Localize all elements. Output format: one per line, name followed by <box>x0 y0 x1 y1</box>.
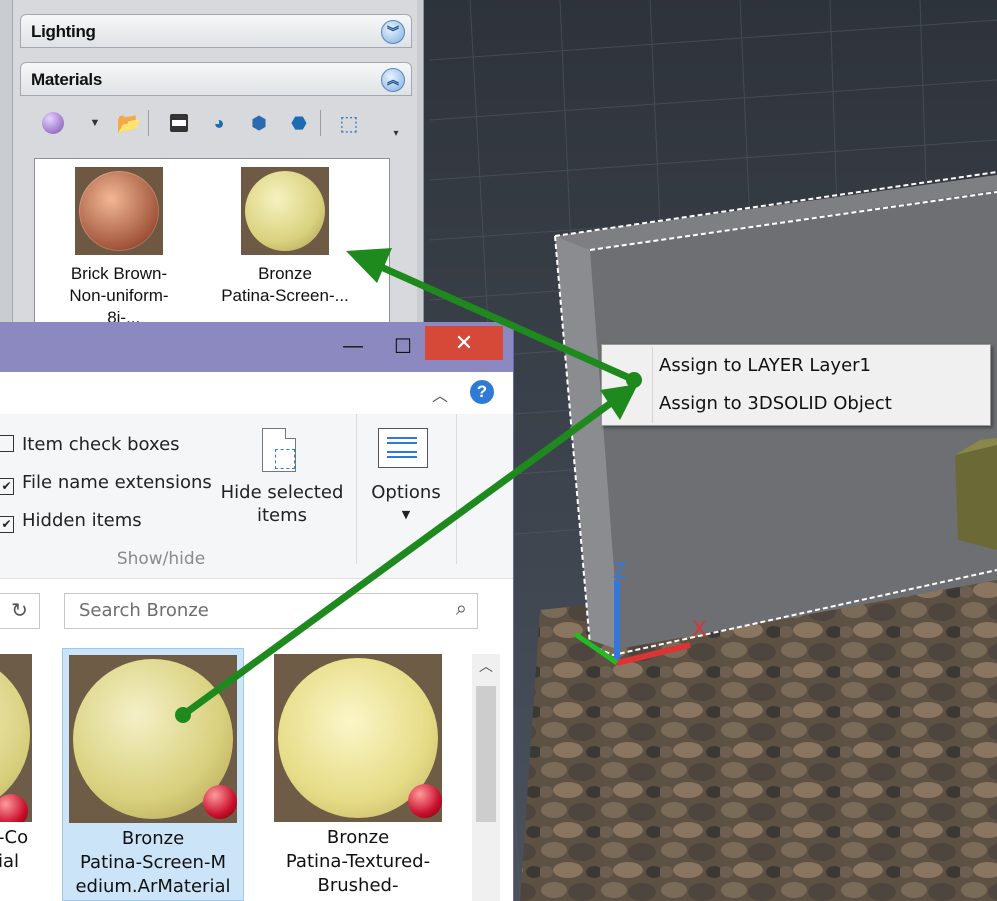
material-swatch <box>75 167 163 255</box>
map-cube-icon[interactable]: ⬚ <box>336 110 362 136</box>
ribbon-view-pane: Item check boxes ✔ File name extensions ✔… <box>0 414 513 579</box>
search-input[interactable]: Search Bronze ⌕ <box>64 593 478 629</box>
hide-selected-items-button[interactable]: Hide selected items <box>218 426 346 540</box>
hidden-items-checkbox[interactable]: ✔ Hidden items <box>0 510 142 533</box>
z-axis-label: Z <box>613 558 626 583</box>
lighting-panel-header[interactable]: Lighting ︾ <box>20 14 412 48</box>
file-name-extensions-checkbox[interactable]: ✔ File name extensions <box>0 472 212 495</box>
file-item-label: Bronze Patina-Textured- Brushed- <box>285 827 431 896</box>
materials-panel-header[interactable]: Materials ︽ <box>20 62 412 96</box>
swap-material-icon[interactable]: ⬣ <box>286 110 312 136</box>
x-axis-label: X <box>692 616 707 641</box>
material-swatch <box>241 167 329 255</box>
assign-material-context-menu: Assign to LAYER Layer1 Assign to 3DSOLID… <box>601 344 991 426</box>
file-item[interactable]: Bronze Patina-Textured- Brushed- <box>270 648 452 901</box>
assign-material-icon[interactable]: ⬢ <box>246 110 272 136</box>
create-material-icon[interactable]: ◕ <box>206 110 232 136</box>
overflow-icon[interactable]: ▾ <box>390 120 402 146</box>
material-badge-icon <box>408 784 442 818</box>
material-item-brick[interactable]: Brick Brown- Non-uniform-_8i-... <box>49 167 189 329</box>
save-icon[interactable] <box>166 110 192 136</box>
materials-palette: Lighting ︾ Materials ︽ ▼ 📂 ◕ ⬢ ⬣ ⬚ ▾ Bri… <box>0 0 424 330</box>
minimize-button[interactable]: — <box>338 328 368 364</box>
file-item-thumbnail <box>69 655 237 823</box>
file-item-label[interactable]: -Co ial <box>0 826 28 874</box>
search-icon: ⌕ <box>455 598 467 620</box>
materials-header-label: Materials <box>31 70 103 89</box>
material-sphere-icon[interactable] <box>40 110 66 136</box>
material-badge-icon <box>203 785 237 819</box>
search-placeholder: Search Bronze <box>79 600 209 621</box>
file-item-label: Bronze Patina-Screen-M edium.ArMaterial <box>75 828 231 897</box>
lighting-header-label: Lighting <box>31 22 96 41</box>
hide-page-icon <box>262 428 296 472</box>
material-item-bronze[interactable]: Bronze Patina-Screen-... <box>215 167 355 307</box>
file-item-thumbnail <box>274 654 442 822</box>
material-list: Brick Brown- Non-uniform-_8i-... Bronze … <box>34 158 390 330</box>
show-hide-group-label: Show/hide <box>116 549 206 569</box>
file-list: -Co ial Bronze Patina-Screen-M edium.ArM… <box>0 640 513 901</box>
open-folder-icon[interactable]: 📂 <box>116 110 142 136</box>
ribbon-tabs-bar: ︿ ? <box>0 372 513 414</box>
file-item-selected[interactable]: Bronze Patina-Screen-M edium.ArMaterial <box>62 648 244 901</box>
file-explorer-window: — ☐ ✕ ︿ ? Item check boxes ✔ File name ex… <box>0 322 514 901</box>
vertical-scrollbar[interactable]: ︿ <box>472 654 500 901</box>
file-item-thumbnail <box>0 654 32 822</box>
collapse-ribbon-icon[interactable]: ︿ <box>432 382 448 406</box>
title-bar[interactable]: — ☐ ✕ <box>0 322 513 372</box>
options-dropdown-arrow-icon: ▼ <box>401 508 411 521</box>
close-button[interactable]: ✕ <box>425 326 503 360</box>
collapse-chevron-icon[interactable]: ︽ <box>381 68 405 92</box>
scrollbar-thumb[interactable] <box>476 686 496 822</box>
scroll-up-arrow-icon[interactable]: ︿ <box>472 656 500 680</box>
refresh-icon[interactable]: ↻ <box>0 593 40 629</box>
expand-chevron-icon[interactable]: ︾ <box>381 20 405 44</box>
assign-to-3dsolid-menu-item[interactable]: Assign to 3DSOLID Object <box>659 393 892 414</box>
help-icon[interactable]: ? <box>470 380 494 404</box>
assign-to-layer-menu-item[interactable]: Assign to LAYER Layer1 <box>659 355 871 376</box>
maximize-button[interactable]: ☐ <box>388 328 418 364</box>
small-cube <box>955 445 997 550</box>
options-icon <box>378 428 428 468</box>
item-check-boxes-checkbox[interactable]: Item check boxes <box>0 434 180 455</box>
dropdown-arrow-icon[interactable]: ▼ <box>88 110 102 136</box>
materials-toolbar: ▼ 📂 ◕ ⬢ ⬣ ⬚ ▾ <box>24 100 412 148</box>
address-bar-row: ↻ Search Bronze ⌕ <box>0 578 513 641</box>
options-button[interactable]: Options ▼ <box>364 426 448 540</box>
